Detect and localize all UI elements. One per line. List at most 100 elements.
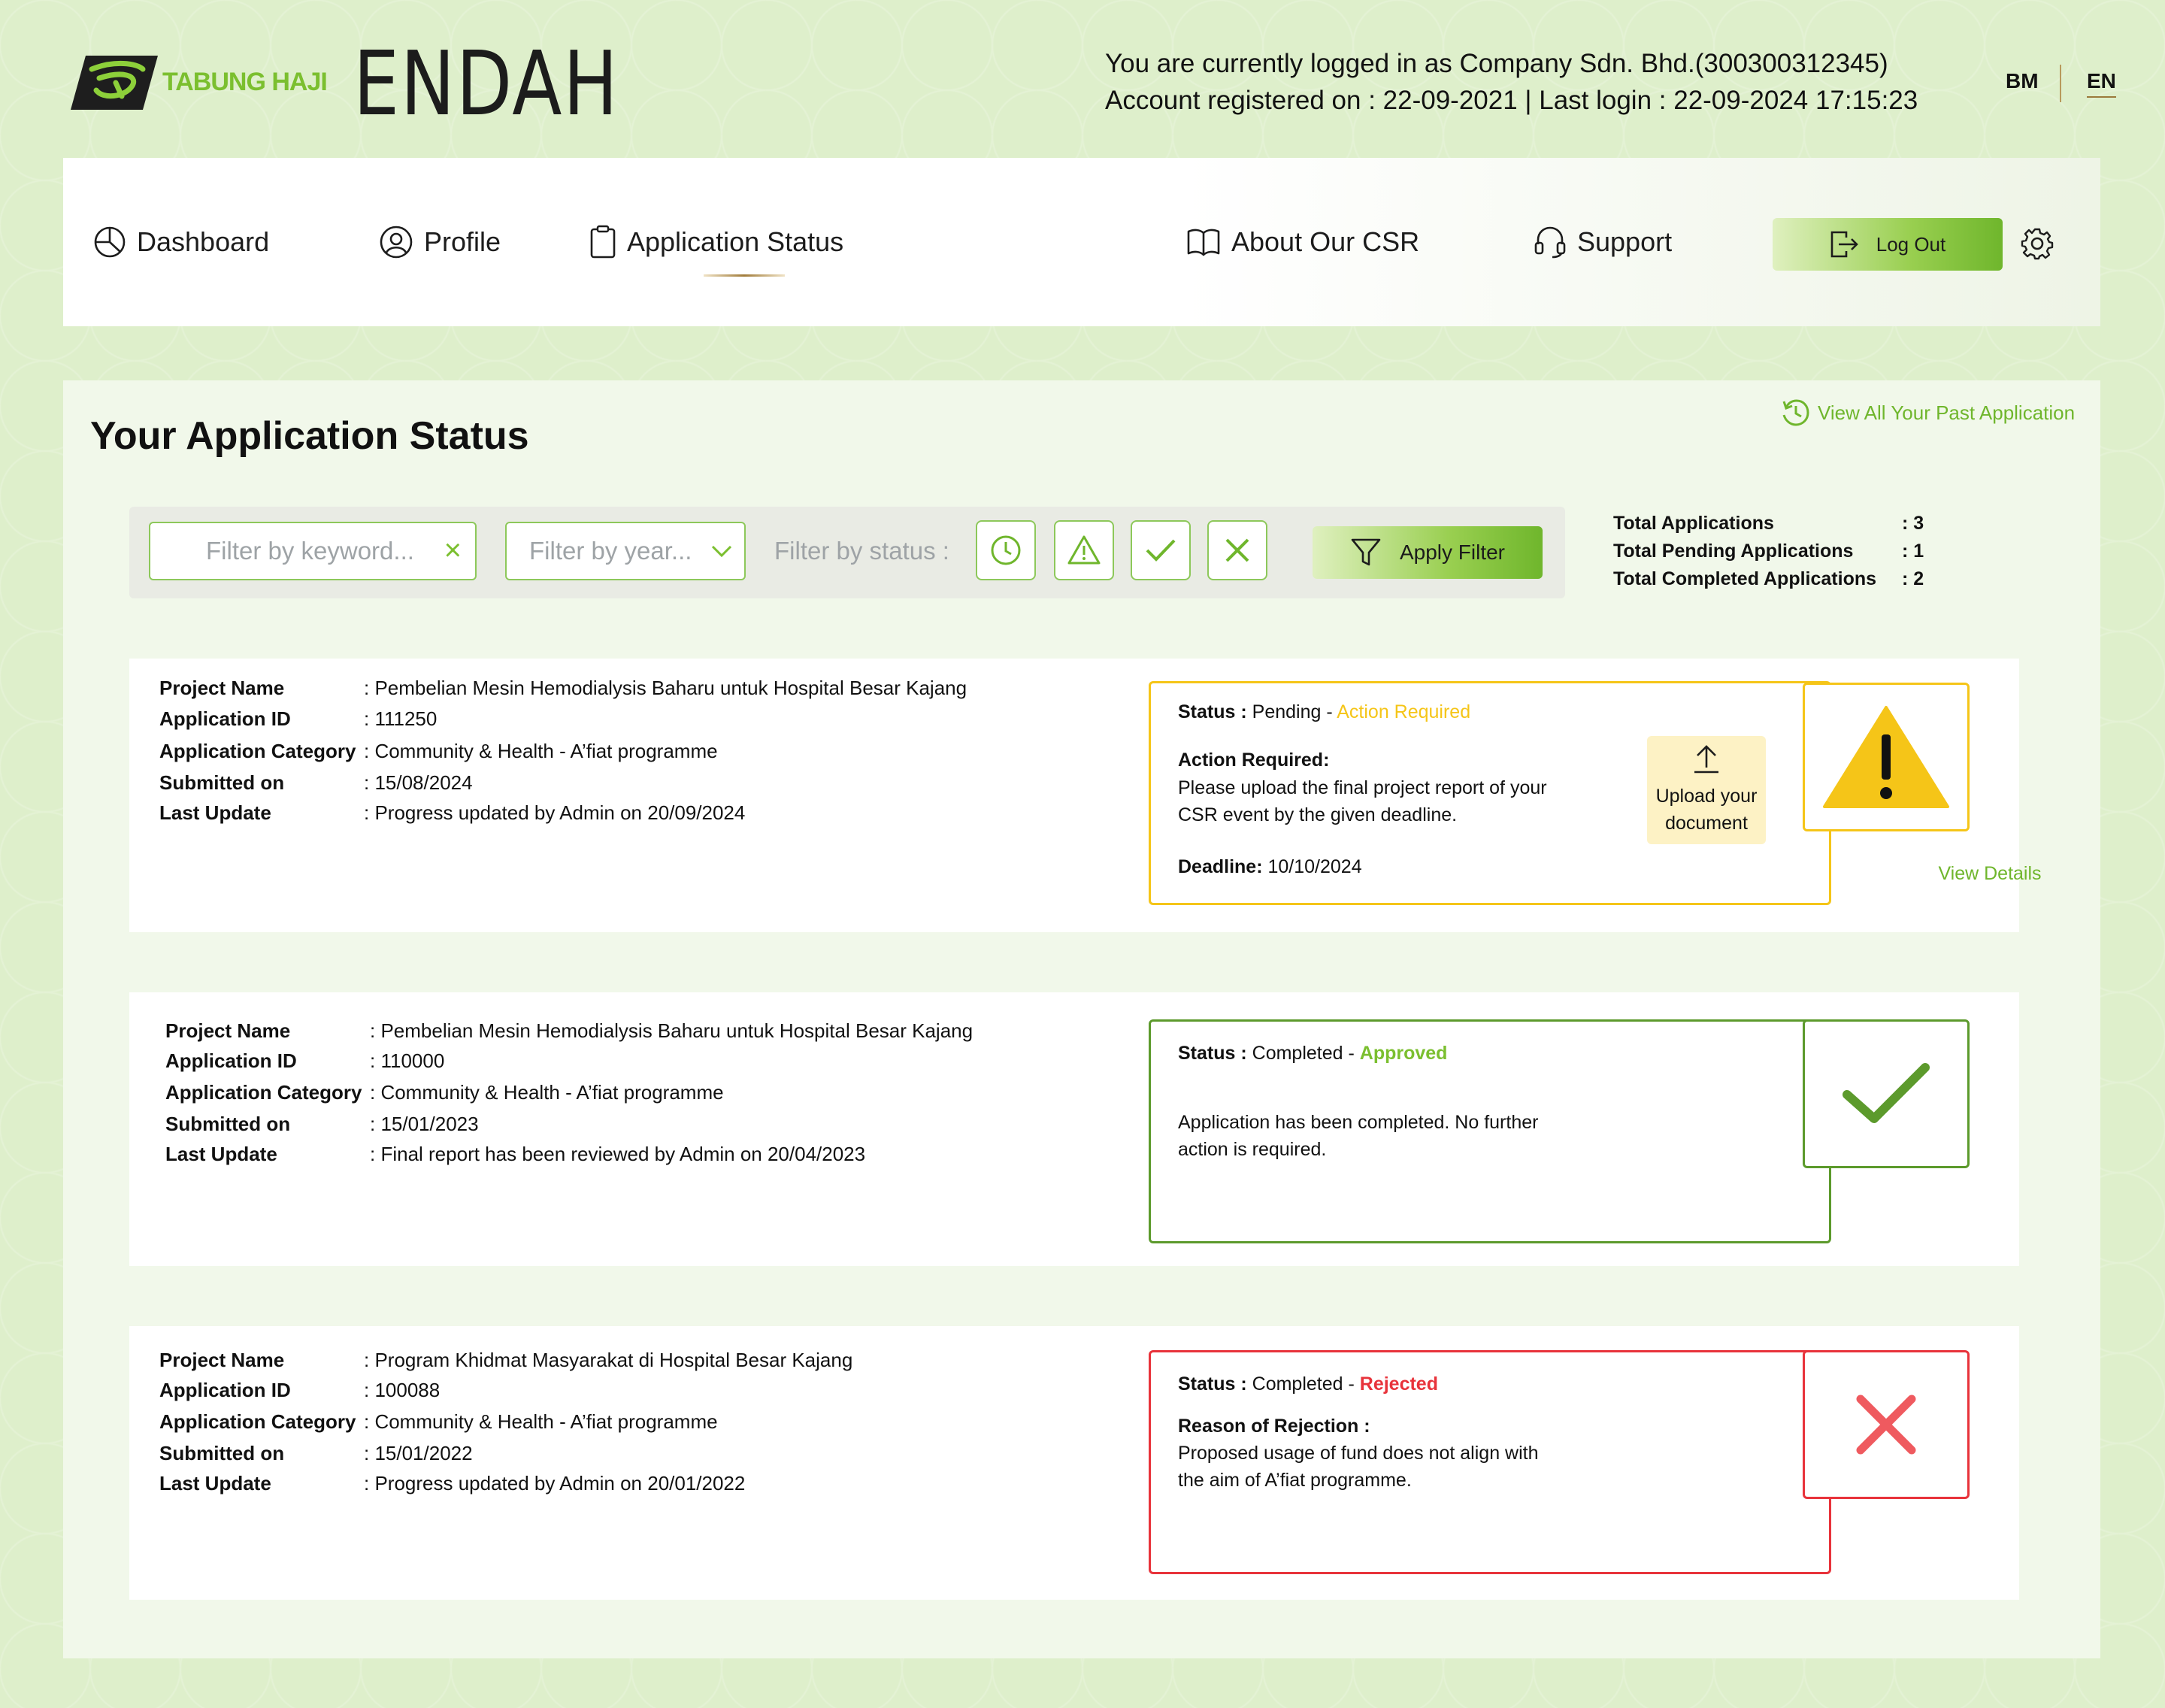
status-box-approved: Status : Completed - Approved Applicatio… (1149, 1019, 1831, 1243)
submitted-on-label: Submitted on (159, 1442, 285, 1464)
detail-project-name: Project Name : Pembelian Mesin Hemodialys… (159, 677, 967, 707)
status-box-pending: Status : Pending - Action Required Actio… (1149, 681, 1831, 905)
status-filter-rejected[interactable] (1207, 520, 1267, 580)
profile-icon (380, 226, 413, 259)
brand-title: ENDAH (353, 32, 619, 135)
total-completed-label: Total Completed Applications (1613, 568, 1877, 589)
language-bm[interactable]: BM (2006, 69, 2039, 93)
history-icon (1782, 399, 1809, 426)
status-filter-pending[interactable] (976, 520, 1036, 580)
submitted-on-label: Submitted on (159, 771, 285, 794)
submitted-on-value: : 15/01/2023 (370, 1113, 479, 1135)
last-update-label: Last Update (159, 1472, 271, 1494)
application-id-value: : 100088 (364, 1379, 441, 1401)
project-name-value: : Pembelian Mesin Hemodialysis Baharu un… (364, 677, 967, 699)
category-value: : Community & Health - A’fiat programme (364, 740, 718, 762)
project-name-label: Project Name (159, 1349, 285, 1371)
language-en[interactable]: EN (2087, 69, 2116, 98)
submitted-on-value: : 15/01/2022 (364, 1442, 473, 1464)
category-value: : Community & Health - A’fiat programme (370, 1081, 724, 1104)
checkmark-icon (1843, 1063, 1930, 1123)
status-main: Pending - (1252, 701, 1337, 722)
status-label: Status : (1178, 701, 1247, 722)
category-label: Application Category (165, 1081, 362, 1104)
status-line: Status : Completed - Rejected (1178, 1370, 1438, 1398)
login-info: You are currently logged in as Company S… (1105, 45, 1918, 119)
total-completed-value: : 2 (1902, 568, 1924, 589)
application-details: Project Name : Pembelian Mesin Hemodialys… (159, 677, 967, 831)
view-past-applications-link[interactable]: View All Your Past Application (1782, 398, 2075, 427)
login-line-2: Account registered on : 22-09-2021 | Las… (1105, 86, 1918, 115)
status-box-rejected: Status : Completed - Rejected Reason of … (1149, 1350, 1831, 1574)
last-update-value: : Progress updated by Admin on 20/01/202… (364, 1472, 746, 1494)
deadline-line: Deadline: 10/10/2024 (1178, 853, 1362, 881)
tabung-haji-logo[interactable]: TABUNG HAJI (69, 53, 332, 113)
approved-note-line-1: Application has been completed. No furth… (1178, 1112, 1539, 1133)
status-line: Status : Pending - Action Required (1178, 698, 1470, 726)
total-applications-value: : 3 (1902, 513, 1924, 534)
detail-category: Application Category: Community & Health… (159, 1410, 718, 1442)
check-icon (1146, 539, 1176, 562)
status-icon-pending (1803, 683, 1970, 831)
apply-filter-button[interactable]: Apply Filter (1313, 526, 1543, 579)
project-name-label: Project Name (165, 1019, 291, 1042)
nav-about-csr[interactable]: About Our CSR (1186, 158, 1419, 326)
project-name-label: Project Name (159, 677, 285, 699)
deadline-value: 10/10/2024 (1267, 856, 1362, 877)
settings-gear-icon[interactable] (2021, 227, 2054, 260)
page-title: Your Application Status (90, 414, 529, 458)
status-filter-approved[interactable] (1131, 520, 1191, 580)
detail-category: Application Category : Community & Health… (165, 1081, 724, 1113)
keyword-filter-input[interactable]: Filter by keyword... × (149, 522, 477, 580)
last-update-value: : Progress updated by Admin on 20/09/202… (364, 801, 746, 824)
cross-icon (1225, 538, 1249, 562)
detail-application-id: Application ID: 110000 (165, 1049, 444, 1081)
rejected-cross-icon (1856, 1395, 1916, 1455)
book-icon (1187, 229, 1220, 256)
dashboard-icon (94, 226, 126, 258)
detail-application-id: Application ID: 111250 (159, 707, 437, 740)
approved-note-line-2: action is required. (1178, 1139, 1327, 1160)
clock-icon (991, 535, 1021, 565)
application-status-panel: Your Application Status View All Your Pa… (63, 380, 2100, 1658)
status-filter-label: Filter by status : (774, 537, 949, 565)
clipboard-icon (590, 225, 616, 259)
clear-keyword-icon[interactable]: × (444, 534, 462, 568)
submitted-on-label: Submitted on (165, 1113, 291, 1135)
application-details: Project Name: Pembelian Mesin Hemodialys… (165, 1019, 973, 1173)
application-card: Project Name : Pembelian Mesin Hemodialys… (129, 659, 2042, 932)
category-label: Application Category (159, 740, 356, 762)
application-totals: Total Applications : 3 Total Pending App… (1613, 513, 1924, 596)
nav-about-csr-label: About Our CSR (1231, 226, 1420, 257)
nav-support-label: Support (1577, 226, 1673, 257)
action-required-line-2: CSR event by the given deadline. (1178, 804, 1458, 825)
login-line-1: You are currently logged in as Company S… (1105, 49, 1888, 78)
status-label: Status : (1178, 1373, 1247, 1395)
status-sub: Approved (1359, 1043, 1448, 1064)
apply-filter-label: Apply Filter (1399, 541, 1506, 564)
status-label: Status : (1178, 1043, 1247, 1064)
total-pending: Total Pending Applications : 1 (1613, 541, 1924, 568)
last-update-value: : Final report has been reviewed by Admi… (370, 1143, 866, 1165)
nav-dashboard[interactable]: Dashboard (93, 158, 269, 326)
submitted-on-value: : 15/08/2024 (364, 771, 473, 794)
detail-submitted-on: Submitted on : 15/01/2023 (165, 1113, 479, 1143)
nav-profile[interactable]: Profile (379, 158, 501, 326)
detail-last-update: Last Update: Progress updated by Admin o… (159, 801, 745, 831)
detail-submitted-on: Submitted on : 15/08/2024 (159, 771, 473, 801)
nav-support[interactable]: Support (1534, 158, 1672, 326)
status-icon-rejected (1803, 1350, 1970, 1499)
status-line: Status : Completed - Approved (1178, 1040, 1447, 1068)
nav-application-status[interactable]: Application Status (589, 158, 843, 326)
upload-document-button[interactable]: Upload your document (1647, 736, 1766, 844)
status-filter-action-required[interactable] (1054, 520, 1114, 580)
detail-submitted-on: Submitted on : 15/01/2022 (159, 1442, 473, 1472)
category-value: : Community & Health - A’fiat programme (364, 1410, 718, 1433)
action-required-line-1: Please upload the final project report o… (1178, 777, 1547, 798)
application-card: Project Name: Pembelian Mesin Hemodialys… (129, 992, 2019, 1266)
year-filter-select[interactable]: Filter by year... (505, 522, 746, 580)
view-details-link[interactable]: View Details (1906, 863, 2073, 885)
total-pending-value: : 1 (1902, 541, 1924, 562)
logout-button[interactable]: Log Out (1773, 218, 2003, 271)
logout-icon (1830, 231, 1858, 258)
